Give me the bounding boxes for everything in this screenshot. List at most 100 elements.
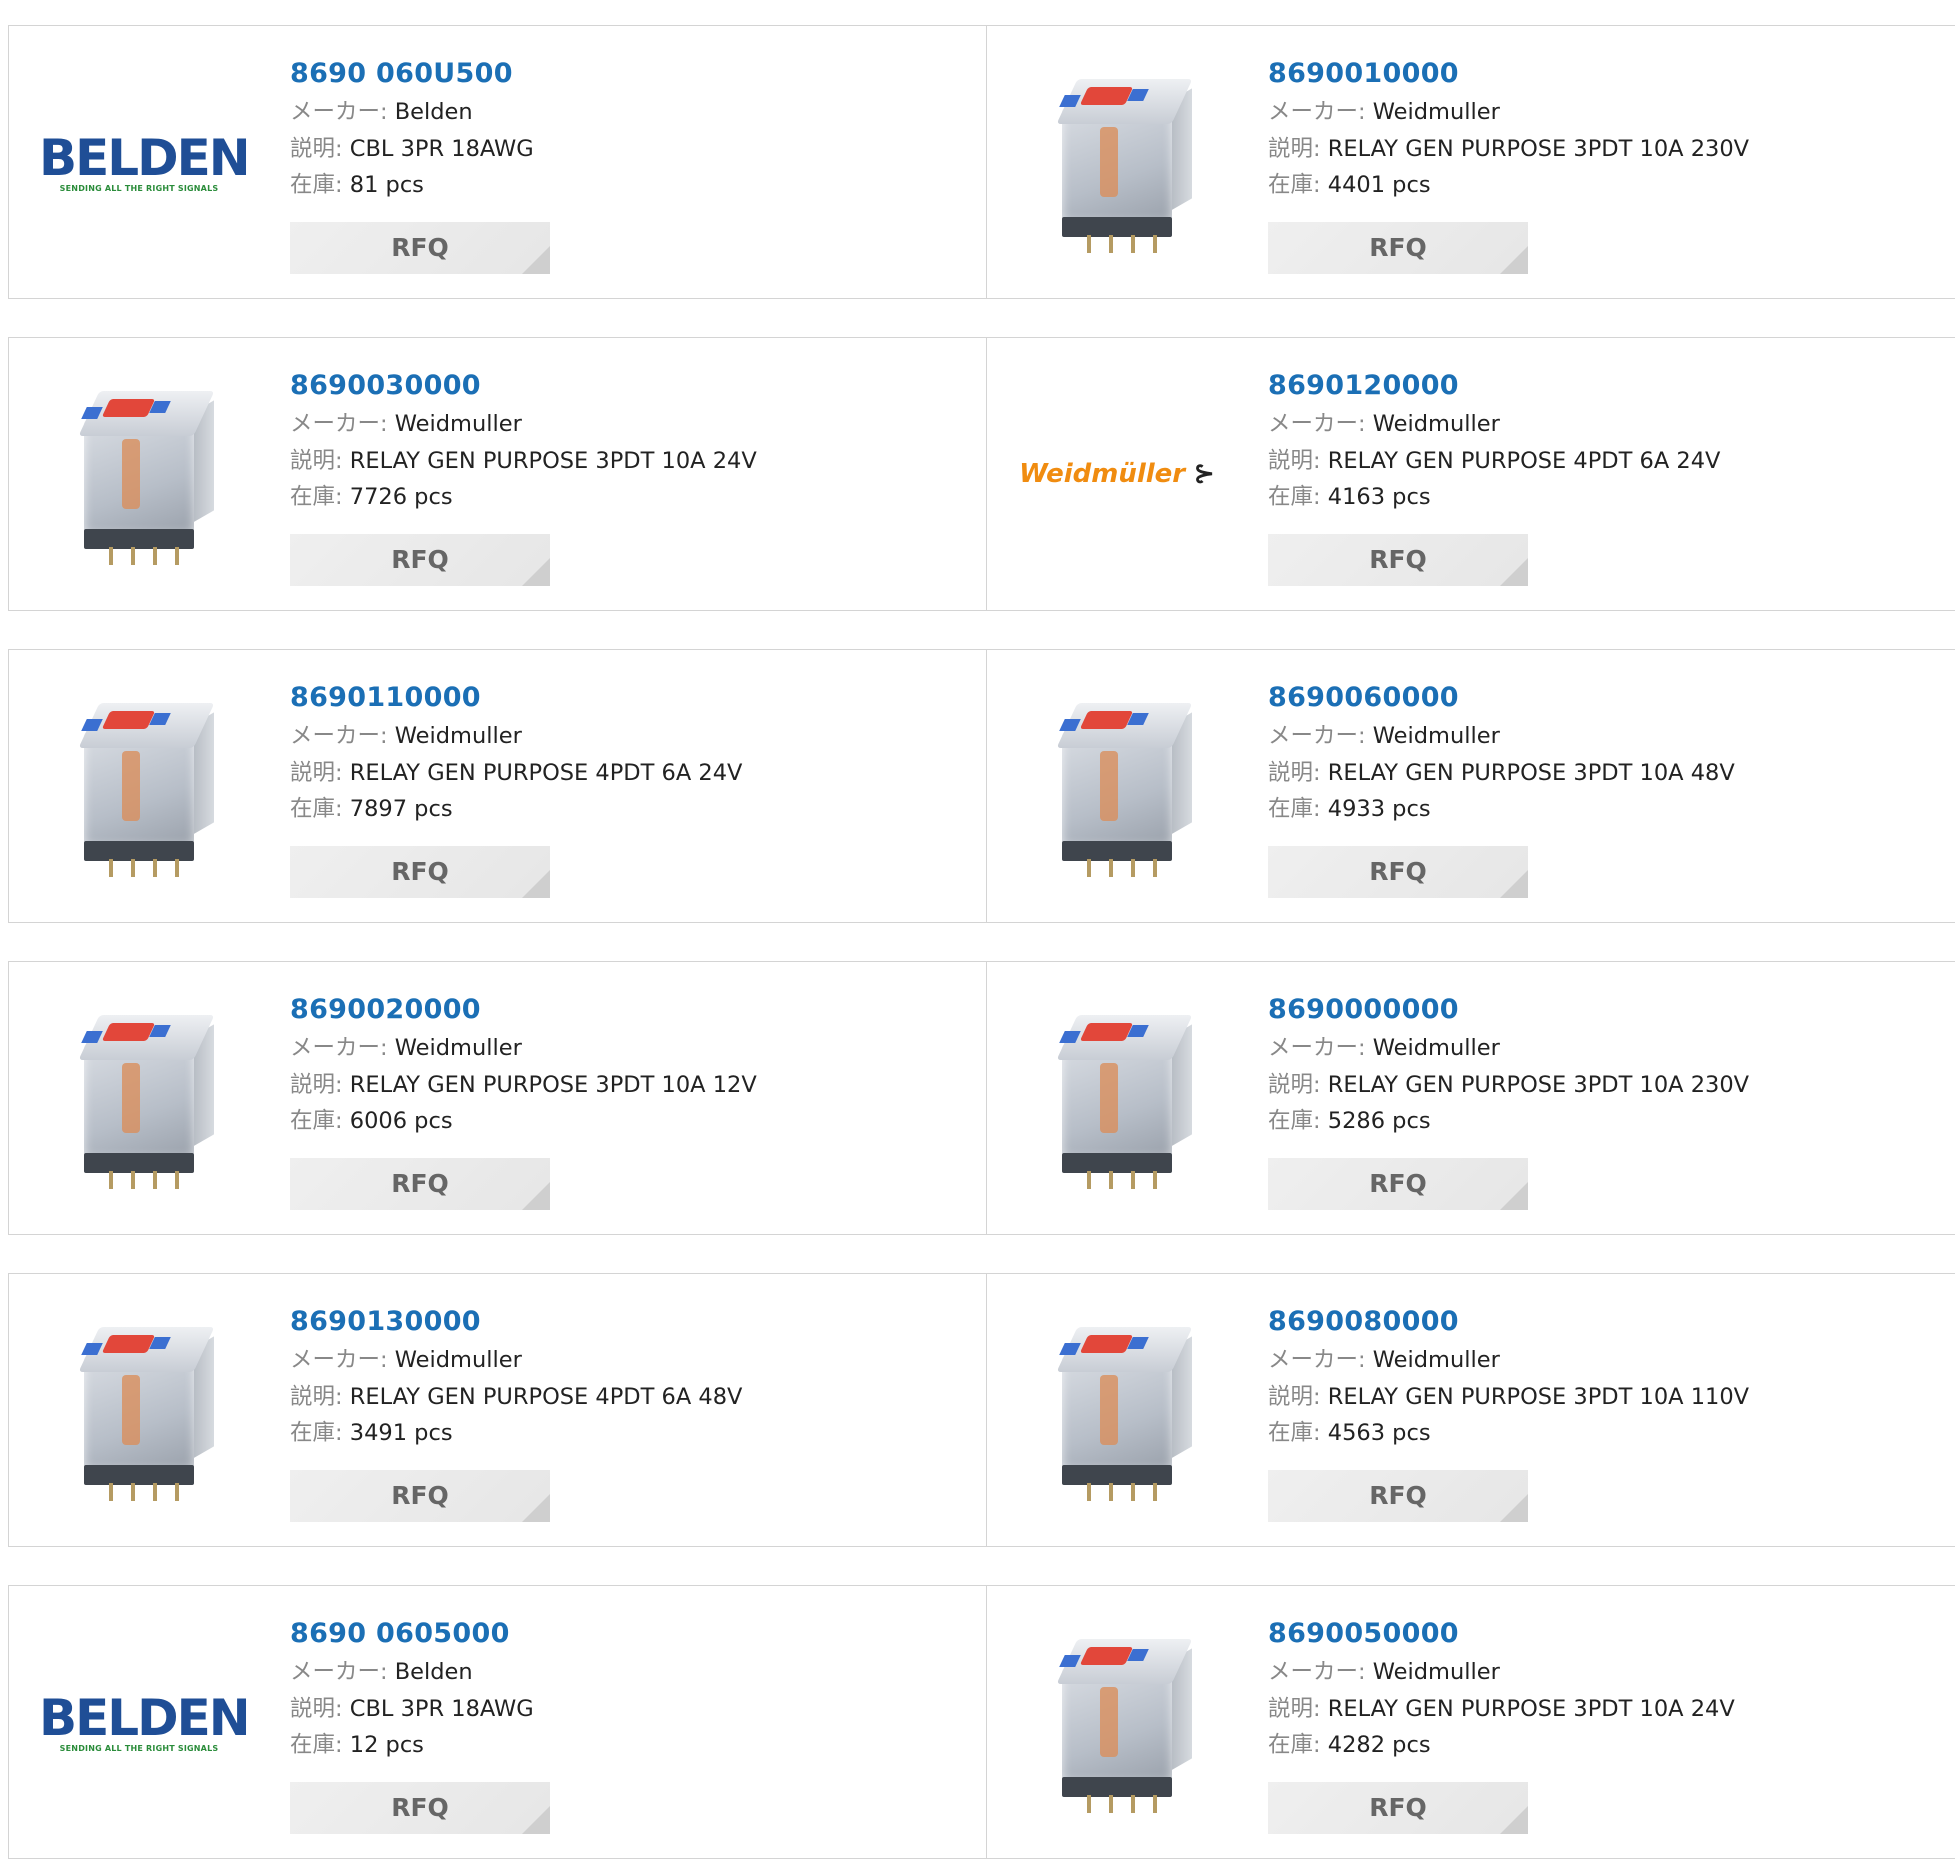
product-info: 8690060000 メーカー: Weidmuller 説明: RELAY GE… [1268,678,1735,828]
maker-value: Weidmuller [1372,1035,1500,1061]
description-line: 説明: RELAY GEN PURPOSE 3PDT 10A 230V [1268,131,1749,168]
description-label: 説明: [290,1695,343,1722]
rfq-corner-decoration [1500,1806,1528,1834]
product-info: 8690 0605000 メーカー: Belden 説明: CBL 3PR 18… [290,1614,534,1764]
rfq-button[interactable]: RFQ [290,846,550,898]
maker-line: メーカー: Belden [290,94,534,131]
product-image[interactable] [39,686,239,886]
rfq-label: RFQ [1369,1169,1427,1198]
part-number-link[interactable]: 8690000000 [1268,990,1749,1030]
part-number-link[interactable]: 8690120000 [1268,366,1720,406]
part-number-link[interactable]: 8690010000 [1268,54,1749,94]
maker-value: Belden [394,1659,473,1685]
rfq-label: RFQ [1369,857,1427,886]
product-image[interactable] [1017,998,1217,1198]
rfq-button[interactable]: RFQ [1268,534,1528,586]
stock-label: 在庫: [290,796,343,822]
relay-photo [54,691,224,881]
stock-line: 在庫: 4282 pcs [1268,1727,1735,1764]
description-value: RELAY GEN PURPOSE 3PDT 10A 48V [1327,759,1735,786]
maker-value: Weidmuller [1372,99,1500,125]
maker-label: メーカー: [290,1035,388,1061]
part-number-link[interactable]: 8690130000 [290,1302,742,1342]
rfq-button[interactable]: RFQ [290,1782,550,1834]
part-number-link[interactable]: 8690030000 [290,366,757,406]
part-number-link[interactable]: 8690110000 [290,678,742,718]
maker-value: Weidmuller [1372,1659,1500,1685]
description-value: RELAY GEN PURPOSE 3PDT 10A 24V [349,447,757,474]
product-info: 8690010000 メーカー: Weidmuller 説明: RELAY GE… [1268,54,1749,204]
maker-value: Weidmuller [394,411,522,437]
rfq-label: RFQ [1369,233,1427,262]
maker-line: メーカー: Weidmuller [290,406,757,443]
rfq-corner-decoration [1500,246,1528,274]
product-image[interactable] [1017,686,1217,886]
stock-value: 4163 pcs [1327,484,1431,510]
product-image[interactable] [39,1310,239,1510]
rfq-label: RFQ [391,545,449,574]
part-number-link[interactable]: 8690060000 [1268,678,1735,718]
description-label: 説明: [290,135,343,162]
description-label: 説明: [290,1071,343,1098]
rfq-button[interactable]: RFQ [1268,222,1528,274]
product-image[interactable]: Weidmüller ⊱ [1017,374,1217,574]
product-info: 8690 060U500 メーカー: Belden 説明: CBL 3PR 18… [290,54,534,204]
maker-line: メーカー: Weidmuller [1268,1342,1749,1379]
stock-value: 6006 pcs [349,1108,453,1134]
rfq-button[interactable]: RFQ [1268,1782,1528,1834]
stock-label: 在庫: [290,1420,343,1446]
stock-label: 在庫: [1268,1420,1321,1446]
rfq-corner-decoration [522,558,550,586]
part-number-link[interactable]: 8690020000 [290,990,757,1030]
product-row: 8690130000 メーカー: Weidmuller 説明: RELAY GE… [8,1273,1955,1547]
belden-logo-tagline: SENDING ALL THE RIGHT SIGNALS [59,183,219,193]
stock-label: 在庫: [1268,1108,1321,1134]
rfq-button[interactable]: RFQ [1268,1470,1528,1522]
rfq-corner-decoration [522,1494,550,1522]
description-value: RELAY GEN PURPOSE 4PDT 6A 48V [349,1383,743,1410]
description-value: RELAY GEN PURPOSE 4PDT 6A 24V [1327,447,1721,474]
rfq-corner-decoration [1500,1494,1528,1522]
product-card: 8690110000 メーカー: Weidmuller 説明: RELAY GE… [8,649,987,923]
product-info: 8690080000 メーカー: Weidmuller 説明: RELAY GE… [1268,1302,1749,1452]
stock-label: 在庫: [290,172,343,198]
part-number-link[interactable]: 8690050000 [1268,1614,1735,1654]
rfq-button[interactable]: RFQ [290,1470,550,1522]
product-image[interactable] [1017,1622,1217,1822]
description-value: CBL 3PR 18AWG [349,135,534,162]
product-image[interactable] [39,374,239,574]
description-value: RELAY GEN PURPOSE 3PDT 10A 230V [1327,1071,1750,1098]
stock-line: 在庫: 3491 pcs [290,1415,742,1452]
part-number-link[interactable]: 8690080000 [1268,1302,1749,1342]
product-image[interactable] [1017,62,1217,262]
rfq-button[interactable]: RFQ [1268,846,1528,898]
maker-label: メーカー: [1268,411,1366,437]
part-number-link[interactable]: 8690 0605000 [290,1614,534,1654]
description-label: 説明: [1268,135,1321,162]
description-line: 説明: RELAY GEN PURPOSE 3PDT 10A 24V [1268,1691,1735,1728]
part-number-link[interactable]: 8690 060U500 [290,54,534,94]
product-row: BELDEN SENDING ALL THE RIGHT SIGNALS 8690… [8,25,1955,299]
stock-value: 4401 pcs [1327,172,1431,198]
product-image[interactable]: BELDEN SENDING ALL THE RIGHT SIGNALS [39,1622,251,1822]
rfq-button[interactable]: RFQ [290,1158,550,1210]
relay-photo [1032,691,1202,881]
maker-value: Weidmuller [1372,723,1500,749]
stock-label: 在庫: [1268,1732,1321,1758]
description-line: 説明: RELAY GEN PURPOSE 3PDT 10A 230V [1268,1067,1749,1104]
belden-logo: BELDEN SENDING ALL THE RIGHT SIGNALS [39,132,251,193]
product-image[interactable] [39,998,239,1198]
description-line: 説明: RELAY GEN PURPOSE 3PDT 10A 48V [1268,755,1735,792]
product-info: 8690020000 メーカー: Weidmuller 説明: RELAY GE… [290,990,757,1140]
rfq-button[interactable]: RFQ [1268,1158,1528,1210]
product-image[interactable] [1017,1310,1217,1510]
product-card: 8690130000 メーカー: Weidmuller 説明: RELAY GE… [8,1273,987,1547]
stock-line: 在庫: 81 pcs [290,167,534,204]
product-image[interactable]: BELDEN SENDING ALL THE RIGHT SIGNALS [39,62,251,262]
stock-value: 4282 pcs [1327,1732,1431,1758]
rfq-button[interactable]: RFQ [290,534,550,586]
maker-value: Weidmuller [1372,1347,1500,1373]
product-card: Weidmüller ⊱ 8690120000 メーカー: Weidmuller … [986,337,1955,611]
rfq-button[interactable]: RFQ [290,222,550,274]
product-row: 8690030000 メーカー: Weidmuller 説明: RELAY GE… [8,337,1955,611]
